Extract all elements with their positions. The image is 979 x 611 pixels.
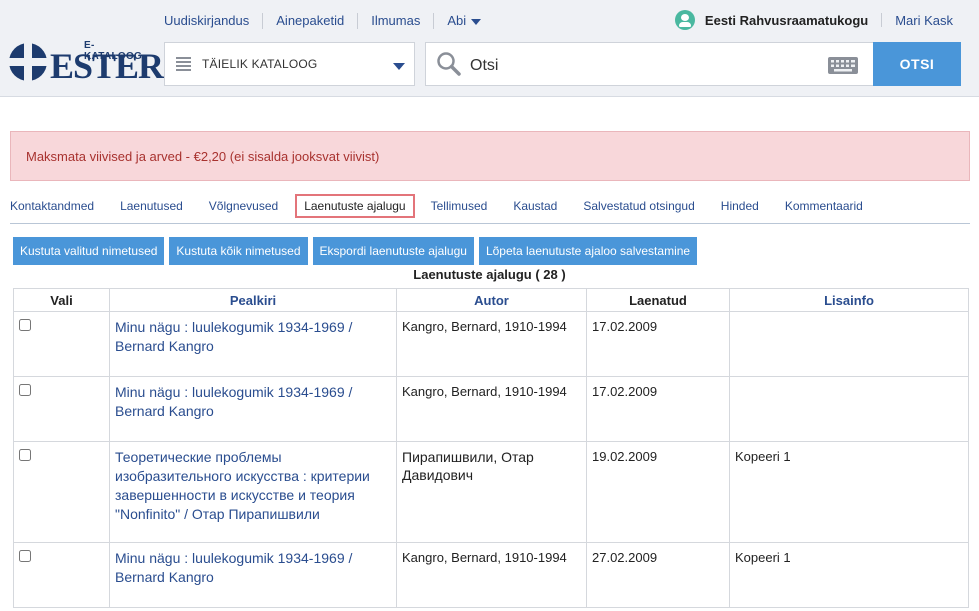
chevron-down-icon bbox=[471, 18, 482, 25]
title-link[interactable]: Minu nägu : luulekogumik 1934-1969 / Ber… bbox=[115, 384, 352, 419]
tab-kaustad[interactable]: Kaustad bbox=[513, 199, 557, 213]
info-cell: Kopeeri 1 bbox=[729, 441, 969, 543]
ester-logo[interactable]: E-KATALOOG ESTER bbox=[8, 38, 164, 88]
library-name: Eesti Rahvusraamatukogu bbox=[704, 12, 869, 28]
column-header-autor[interactable]: Autor bbox=[396, 288, 587, 312]
stop-history-button[interactable]: Lõpeta laenutuste ajaloo salvestamine bbox=[478, 237, 698, 265]
tab-tellimused[interactable]: Tellimused bbox=[431, 199, 488, 213]
nav-ilmumas[interactable]: Ilmumas bbox=[357, 13, 433, 29]
select-cell bbox=[13, 376, 110, 442]
table-row: Теоретические проблемы изобразительного … bbox=[13, 441, 969, 543]
fines-alert: Maksmata viivised ja arved - €2,20 (ei s… bbox=[10, 131, 970, 181]
list-icon bbox=[176, 57, 191, 71]
select-cell bbox=[13, 441, 110, 543]
nav-ainepaketid[interactable]: Ainepaketid bbox=[262, 13, 357, 29]
column-header-laenatud: Laenatud bbox=[586, 288, 730, 312]
info-cell bbox=[729, 376, 969, 442]
search-box bbox=[425, 42, 873, 86]
catalog-select[interactable]: TÄIELIK KATALOOG bbox=[164, 42, 415, 86]
export-history-button[interactable]: Ekspordi laenutuste ajalugu bbox=[312, 237, 474, 265]
row-checkbox[interactable] bbox=[19, 550, 31, 562]
chevron-down-icon bbox=[393, 63, 405, 70]
title-cell: Minu nägu : luulekogumik 1934-1969 / Ber… bbox=[109, 542, 397, 608]
author-cell: Kangro, Bernard, 1910-1994 bbox=[396, 542, 587, 608]
column-header-vali: Vali bbox=[13, 288, 110, 312]
tab-laenutuste-ajalugu[interactable]: Laenutuste ajalugu bbox=[295, 193, 415, 218]
divider bbox=[881, 13, 883, 27]
title-cell: Minu nägu : luulekogumik 1934-1969 / Ber… bbox=[109, 376, 397, 442]
user-menu[interactable]: Mari Kask bbox=[895, 13, 953, 28]
library-user-icon bbox=[674, 10, 695, 30]
table-row: Minu nägu : luulekogumik 1934-1969 / Ber… bbox=[13, 542, 969, 608]
delete-all-button[interactable]: Kustuta kõik nimetused bbox=[169, 237, 308, 265]
column-header-pealkiri[interactable]: Pealkiri bbox=[109, 288, 397, 312]
history-actions: Kustuta valitud nimetused Kustuta kõik n… bbox=[13, 237, 702, 265]
author-cell: Kangro, Bernard, 1910-1994 bbox=[396, 376, 587, 442]
select-cell bbox=[13, 311, 110, 377]
account-tabs: Kontaktandmed Laenutused Võlgnevused Lae… bbox=[10, 188, 970, 224]
author-cell: Kangro, Bernard, 1910-1994 bbox=[396, 311, 587, 377]
header: Uudiskirjandus Ainepaketid Ilmumas Abi E… bbox=[0, 0, 979, 97]
date-cell: 17.02.2009 bbox=[586, 376, 730, 442]
info-cell bbox=[729, 311, 969, 377]
row-checkbox[interactable] bbox=[19, 319, 31, 331]
table-row: Minu nägu : luulekogumik 1934-1969 / Ber… bbox=[13, 376, 969, 442]
logo-wordmark: ESTER bbox=[50, 46, 164, 86]
author-cell: Пирапишвили, Отар Давидович bbox=[396, 441, 587, 543]
title-link[interactable]: Теоретические проблемы изобразительного … bbox=[115, 449, 370, 522]
search-icon bbox=[437, 52, 461, 76]
tab-kontaktandmed[interactable]: Kontaktandmed bbox=[10, 199, 94, 213]
delete-selected-button[interactable]: Kustuta valitud nimetused bbox=[13, 237, 165, 265]
select-cell bbox=[13, 542, 110, 608]
logo-globe-icon bbox=[9, 41, 47, 83]
tab-kommentaarid[interactable]: Kommentaarid bbox=[785, 199, 863, 213]
tab-salvestatud-otsingud[interactable]: Salvestatud otsingud bbox=[583, 199, 694, 213]
table-title: Laenutuste ajalugu ( 28 ) bbox=[413, 267, 566, 282]
search-button[interactable]: OTSI bbox=[873, 42, 961, 86]
row-checkbox[interactable] bbox=[19, 449, 31, 461]
date-cell: 19.02.2009 bbox=[586, 441, 730, 543]
top-nav: Uudiskirjandus Ainepaketid Ilmumas Abi bbox=[164, 12, 494, 30]
catalog-select-value: TÄIELIK KATALOOG bbox=[202, 57, 318, 71]
info-cell: Kopeeri 1 bbox=[729, 542, 969, 608]
loan-history-table: Vali Pealkiri Autor Laenatud Lisainfo Mi… bbox=[13, 288, 969, 608]
table-header-row: Vali Pealkiri Autor Laenatud Lisainfo bbox=[13, 288, 969, 312]
keyboard-icon[interactable] bbox=[828, 57, 858, 74]
date-cell: 27.02.2009 bbox=[586, 542, 730, 608]
nav-uudiskirjandus[interactable]: Uudiskirjandus bbox=[164, 13, 262, 29]
nav-abi-label: Abi bbox=[447, 13, 467, 28]
nav-abi[interactable]: Abi bbox=[433, 13, 494, 29]
search-input[interactable] bbox=[468, 53, 822, 79]
table-row: Minu nägu : luulekogumik 1934-1969 / Ber… bbox=[13, 311, 969, 377]
column-header-lisainfo[interactable]: Lisainfo bbox=[729, 288, 969, 312]
tab-laenutused[interactable]: Laenutused bbox=[120, 199, 183, 213]
date-cell: 17.02.2009 bbox=[586, 311, 730, 377]
row-checkbox[interactable] bbox=[19, 384, 31, 396]
title-link[interactable]: Minu nägu : luulekogumik 1934-1969 / Ber… bbox=[115, 319, 352, 354]
tab-volgnevused[interactable]: Võlgnevused bbox=[209, 199, 278, 213]
title-cell: Minu nägu : luulekogumik 1934-1969 / Ber… bbox=[109, 311, 397, 377]
tab-hinded[interactable]: Hinded bbox=[721, 199, 759, 213]
user-area: Eesti Rahvusraamatukogu Mari Kask bbox=[674, 10, 953, 30]
title-link[interactable]: Minu nägu : luulekogumik 1934-1969 / Ber… bbox=[115, 550, 352, 585]
title-cell: Теоретические проблемы изобразительного … bbox=[109, 441, 397, 543]
